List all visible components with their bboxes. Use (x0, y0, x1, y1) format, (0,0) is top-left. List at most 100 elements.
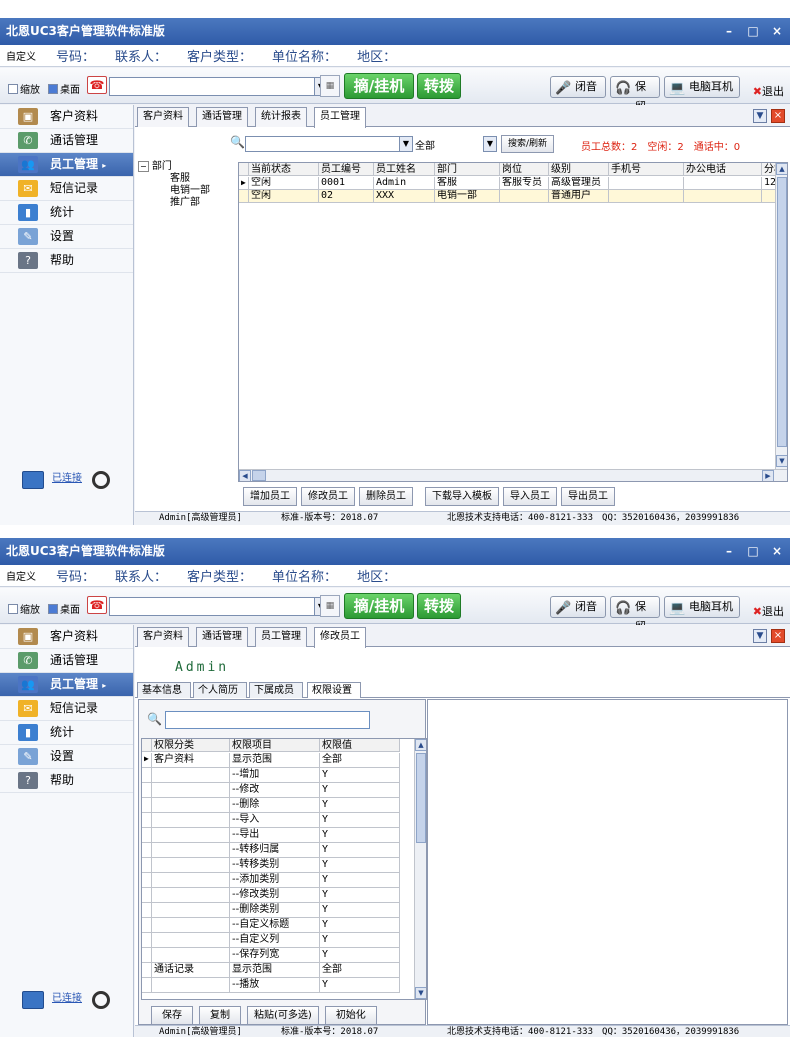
sidebar-item-stats[interactable]: ▮ 统计 (0, 201, 133, 225)
keypad-icon[interactable]: ▦ (320, 595, 340, 617)
table-cell[interactable] (152, 843, 230, 858)
close-tab-button[interactable]: × (771, 629, 785, 643)
dial-number-input[interactable] (109, 597, 315, 616)
row-marker[interactable] (142, 933, 152, 948)
table-cell[interactable]: --添加类别 (230, 873, 320, 888)
sidebar-item-stats[interactable]: ▮ 统计 (0, 721, 133, 745)
minimize-button[interactable]: – (722, 538, 736, 565)
table-cell[interactable] (152, 768, 230, 783)
table-cell[interactable]: 普通用户 (549, 190, 609, 203)
table-cell[interactable] (152, 813, 230, 828)
table-cell[interactable]: Y (320, 918, 400, 933)
permission-search-input[interactable] (165, 711, 370, 729)
table-cell[interactable] (152, 978, 230, 993)
import-employee-button[interactable]: 导入员工 (503, 487, 557, 506)
table-cell[interactable]: 显示范围 (230, 963, 320, 978)
row-marker[interactable] (239, 190, 249, 203)
initialize-button[interactable]: 初始化 (324, 1006, 377, 1025)
table-cell[interactable] (152, 903, 230, 918)
table-cell[interactable]: Y (320, 783, 400, 798)
desktop-toggle[interactable]: 桌面 (48, 81, 80, 96)
table-cell[interactable]: --转移归属 (230, 843, 320, 858)
download-template-button[interactable]: 下载导入模板 (425, 487, 499, 506)
table-cell[interactable]: 全部 (320, 753, 400, 768)
table-cell[interactable]: Y (320, 933, 400, 948)
shrink-toggle[interactable]: 缩放 (8, 601, 40, 616)
table-cell[interactable]: 全部 (320, 963, 400, 978)
table-cell[interactable] (684, 190, 762, 203)
table-cell[interactable] (152, 888, 230, 903)
shrink-checkbox[interactable] (8, 83, 18, 94)
table-cell[interactable]: Y (320, 768, 400, 783)
dial-number-input[interactable] (109, 77, 315, 96)
subtab-basic-info[interactable]: 基本信息 (137, 682, 191, 698)
table-cell[interactable] (500, 190, 549, 203)
table-cell[interactable] (152, 873, 230, 888)
phone-icon[interactable]: ☎ (87, 596, 107, 614)
tab-edit-employee[interactable]: 修改员工 (314, 627, 366, 648)
tab-calls[interactable]: 通话管理 (196, 627, 248, 647)
sidebar-item-sms[interactable]: ✉ 短信记录 (0, 697, 133, 721)
table-cell[interactable]: --播放 (230, 978, 320, 993)
table-cell[interactable]: Y (320, 978, 400, 993)
table-cell[interactable]: Y (320, 858, 400, 873)
search-input[interactable] (245, 136, 413, 152)
table-cell[interactable]: 通话记录 (152, 963, 230, 978)
custom-link[interactable]: 自定义 (6, 568, 36, 583)
table-cell[interactable]: 高级管理员 (549, 177, 609, 190)
tree-node[interactable]: 电销一部 (138, 185, 234, 197)
sidebar-item-help[interactable]: ? 帮助 (0, 769, 133, 793)
table-cell[interactable]: Y (320, 903, 400, 918)
row-marker[interactable] (142, 858, 152, 873)
table-cell[interactable]: --修改类别 (230, 888, 320, 903)
tab-customers[interactable]: 客户资料 (137, 107, 189, 127)
scroll-thumb[interactable] (777, 177, 787, 447)
table-cell[interactable] (152, 798, 230, 813)
paste-button[interactable]: 粘贴(可多选) (247, 1006, 319, 1025)
row-marker[interactable] (142, 798, 152, 813)
row-marker[interactable]: ▶ (142, 753, 152, 768)
subtab-subordinates[interactable]: 下属成员 (249, 682, 303, 698)
table-cell[interactable]: --自定义列 (230, 933, 320, 948)
table-cell[interactable]: Y (320, 798, 400, 813)
table-cell[interactable]: 02 (319, 190, 374, 203)
row-marker[interactable] (142, 873, 152, 888)
close-button[interactable]: × (770, 538, 784, 565)
vertical-scrollbar[interactable]: ▲ ▼ (775, 163, 787, 469)
table-cell[interactable]: --导出 (230, 828, 320, 843)
table-cell[interactable]: 客户资料 (152, 753, 230, 768)
tab-reports[interactable]: 统计报表 (255, 107, 307, 127)
table-cell[interactable]: --删除 (230, 798, 320, 813)
transfer-button[interactable]: 转拨 (417, 73, 461, 99)
export-employee-button[interactable]: 导出员工 (561, 487, 615, 506)
scroll-down-arrow[interactable]: ▼ (776, 455, 787, 467)
desktop-toggle[interactable]: 桌面 (48, 601, 80, 616)
table-cell[interactable]: Y (320, 828, 400, 843)
subtab-permissions[interactable]: 权限设置 (307, 682, 361, 698)
hold-button[interactable]: 🎧保留 (610, 596, 660, 633)
custom-link[interactable]: 自定义 (6, 48, 36, 63)
maximize-button[interactable]: □ (746, 538, 760, 565)
sidebar-item-customers[interactable]: ▣ 客户资料 (0, 105, 133, 129)
row-marker[interactable] (142, 948, 152, 963)
tab-calls[interactable]: 通话管理 (196, 107, 248, 127)
table-cell[interactable]: Y (320, 843, 400, 858)
tree-node[interactable]: 客服 (138, 173, 234, 185)
keypad-icon[interactable]: ▦ (320, 75, 340, 97)
table-cell[interactable]: 空闲 (249, 190, 319, 203)
scroll-up-arrow[interactable]: ▲ (776, 163, 787, 175)
table-cell[interactable]: --自定义标题 (230, 918, 320, 933)
headset-button[interactable]: 💻 电脑耳机 (664, 596, 740, 618)
table-cell[interactable]: Admin (374, 177, 435, 190)
filter-value[interactable]: 全部 (415, 137, 435, 152)
tree-node[interactable]: 推广部 (138, 197, 234, 209)
scroll-thumb[interactable] (252, 470, 266, 481)
table-cell[interactable]: XXX (374, 190, 435, 203)
mute-button[interactable]: 🎤 闭音 (550, 76, 606, 98)
tab-employees[interactable]: 员工管理 (314, 107, 366, 128)
sidebar-item-customers[interactable]: ▣ 客户资料 (0, 625, 133, 649)
add-employee-button[interactable]: 增加员工 (243, 487, 297, 506)
tree-root[interactable]: − 部门 (138, 161, 234, 173)
row-marker[interactable] (142, 963, 152, 978)
table-cell[interactable] (684, 177, 762, 190)
